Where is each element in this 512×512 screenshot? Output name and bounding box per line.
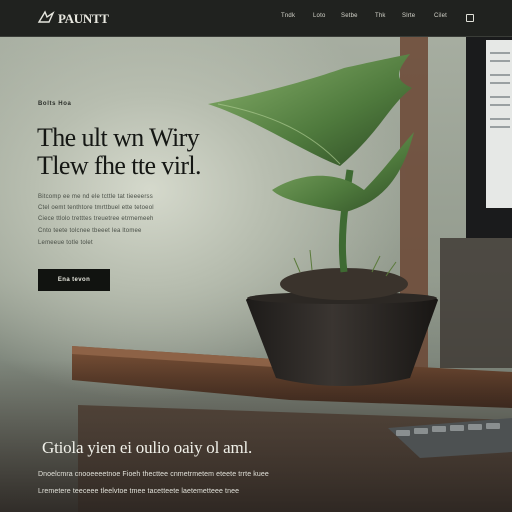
section-text-line: Dnoelcmra cnooeeeetnoe Fioeh thecttee cn…: [38, 471, 269, 478]
hero-body-line: Lemeeue totle tolet: [38, 240, 93, 246]
menu-icon[interactable]: [466, 14, 474, 22]
hero-body-line: Cnto teete tolcnee tbeeet lea ltomee: [38, 228, 142, 234]
hero-title-line-1: The ult wn Wiry: [37, 123, 200, 152]
nav-link-3[interactable]: Setbe: [341, 13, 358, 19]
brand-logo-icon[interactable]: [37, 10, 55, 24]
nav-link-1[interactable]: Tndk: [281, 13, 295, 19]
hero-body-line: Ciece ttlolo tretttes treuetree etrmemee…: [38, 216, 154, 222]
nav-link-5[interactable]: Slrte: [402, 13, 415, 19]
hero-body-line: Ctel oemt tenthtore tmrttbuel ette tetoe…: [38, 205, 154, 211]
hero-title-line-2: Tlew fhe tte virl.: [37, 151, 202, 180]
brand-name[interactable]: PAUNTT: [58, 11, 109, 27]
section-text-line: Lremetere teeceee tleelvtoe tmee tacette…: [38, 488, 240, 495]
nav-link-6[interactable]: Cilet: [434, 13, 447, 19]
hero-title: The ult wn Wiry Tlew fhe tte virl.: [37, 124, 237, 180]
hero-body-line: Bitcomp ee me nd ele tcttle tat tieeeers…: [38, 194, 153, 200]
hero-kicker: Bolts Hoa: [38, 101, 72, 107]
section-heading: Gtiola yien ei oulio oaiy ol aml.: [42, 438, 253, 457]
nav-link-2[interactable]: Loto: [313, 13, 325, 19]
top-navbar: PAUNTT Tndk Loto Setbe Thk Slrte Cilet: [0, 0, 512, 37]
cta-button[interactable]: Ena tevon: [38, 269, 110, 291]
nav-link-4[interactable]: Thk: [375, 13, 386, 19]
hero-photo: [0, 36, 512, 512]
